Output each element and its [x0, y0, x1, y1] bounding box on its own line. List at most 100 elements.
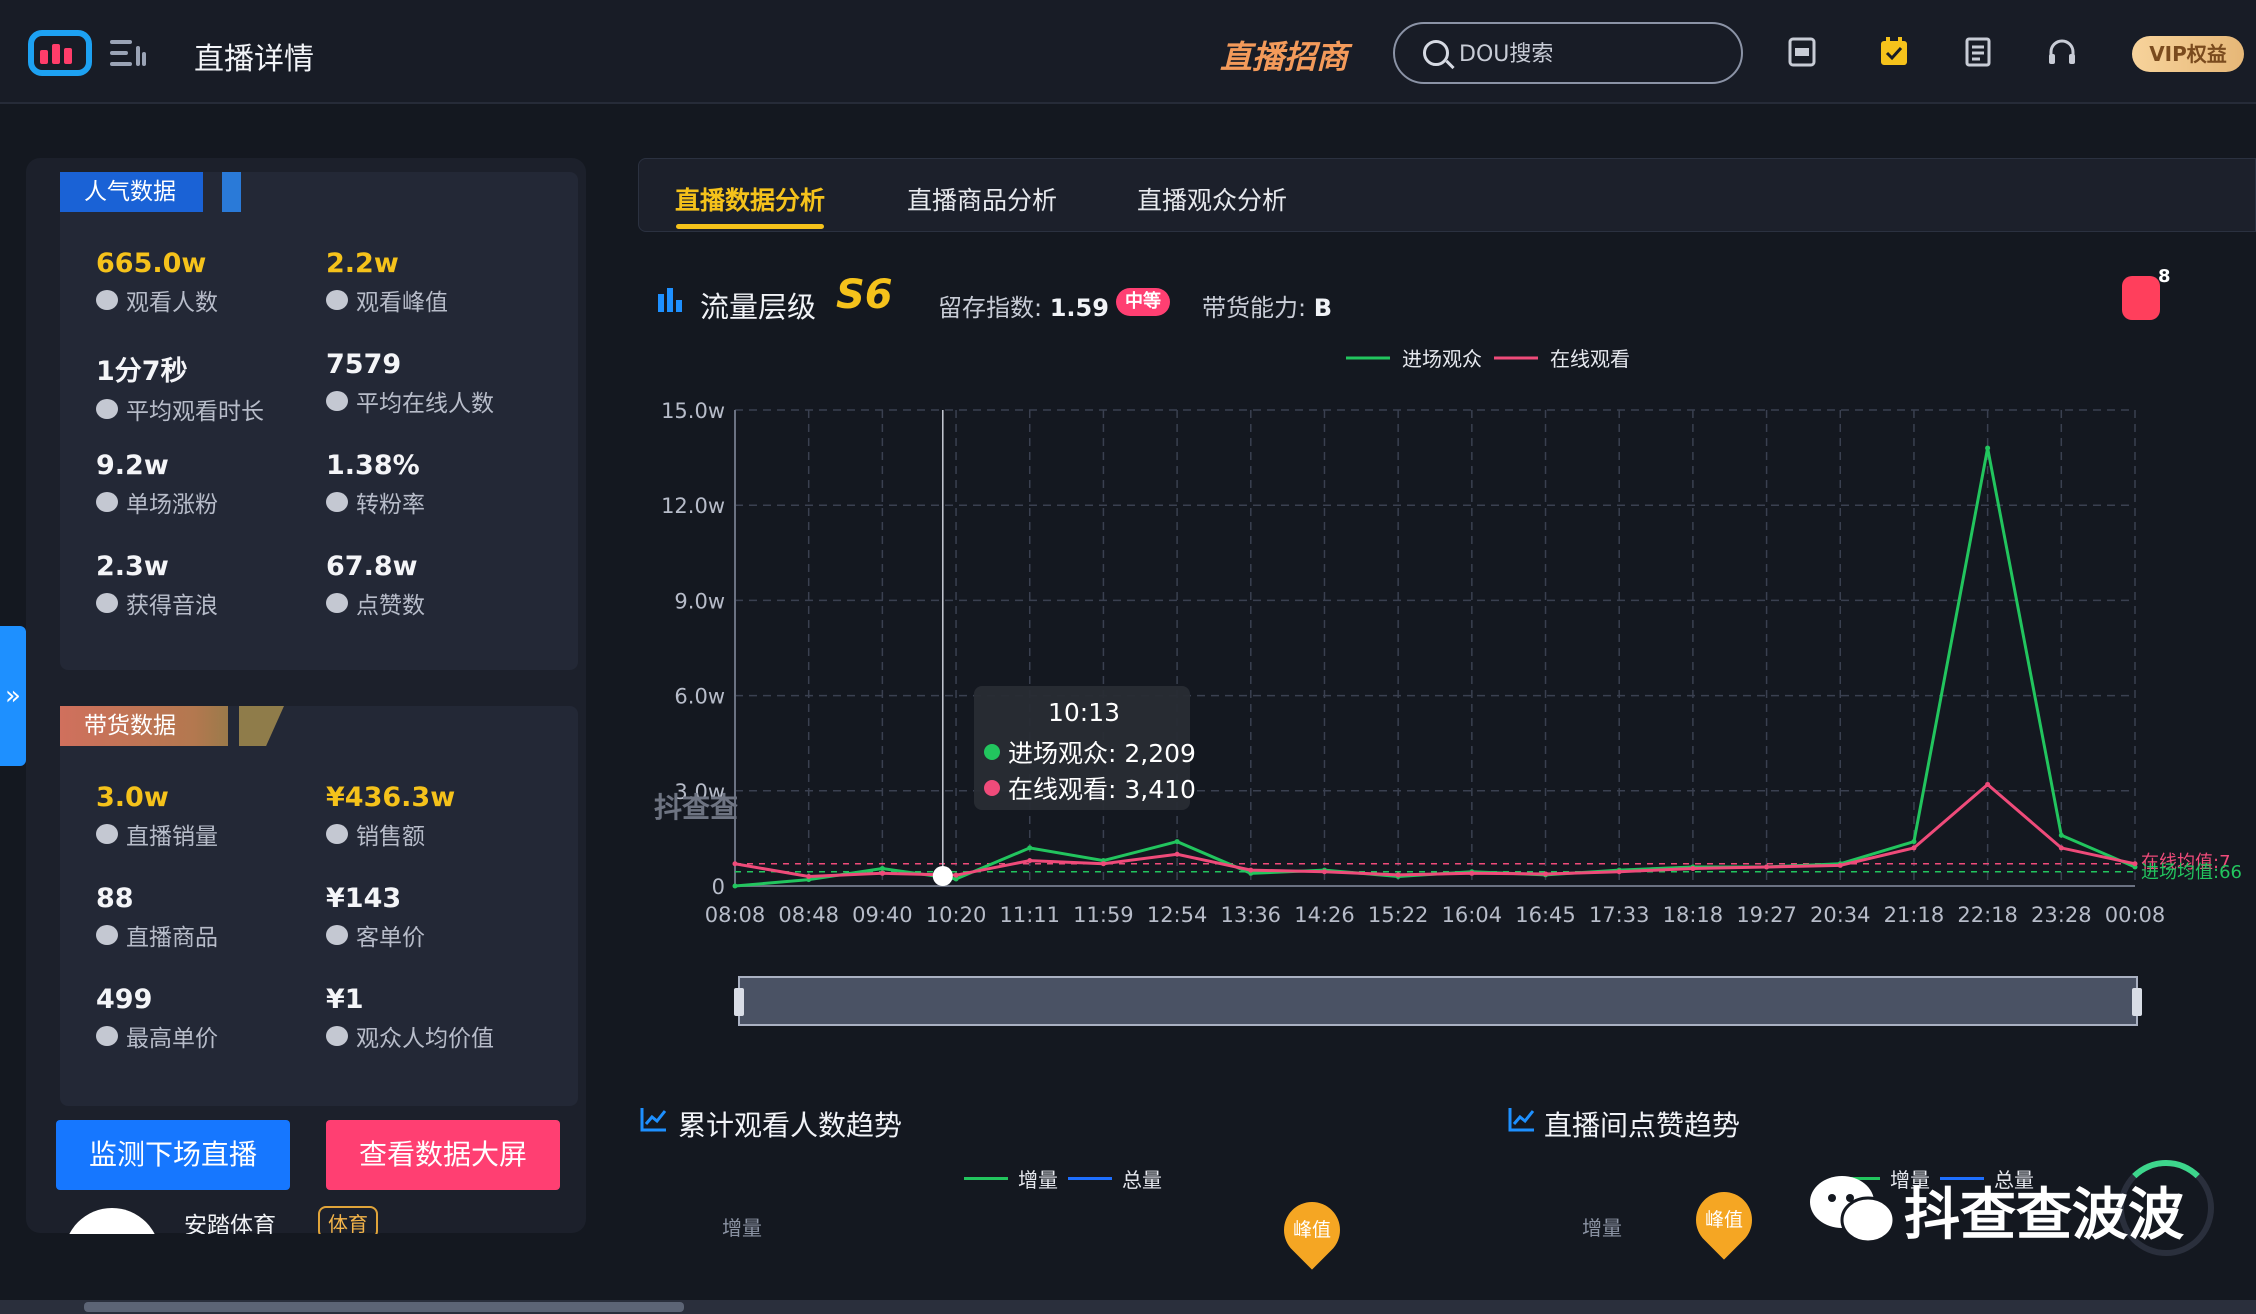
x-tick-label: 16:45 [1515, 903, 1576, 927]
tooltip-online-value: 在线观看: 3,410 [1008, 775, 1196, 804]
tab-product-analysis[interactable]: 直播商品分析 [907, 181, 1057, 217]
calendar-check-icon[interactable] [1878, 36, 1910, 68]
vip-benefits-button[interactable]: VIP权益 [2132, 36, 2244, 72]
series-point [1248, 867, 1254, 873]
live-promo-link[interactable]: 直播招商 [1220, 32, 1348, 78]
horizontal-scrollbar[interactable] [0, 1300, 2256, 1314]
stat-label-row: 平均在线人数 [326, 384, 494, 418]
heart-plus-icon [96, 492, 118, 512]
bar-chart-icon [658, 288, 682, 312]
likes-axis-label: 增量 [1582, 1216, 1622, 1240]
yen-icon [326, 925, 348, 945]
active-tab-indicator [676, 224, 824, 229]
tooltip-enter-value: 进场观众: 2,209 [1008, 739, 1196, 768]
cumulative-peak-marker[interactable]: 峰值 [1272, 1190, 1352, 1270]
wechat-icon [1810, 1176, 1896, 1244]
menu-toggle-icon[interactable] [110, 38, 146, 68]
series-point [1985, 781, 1991, 787]
legend-increment[interactable]: 增量 [1018, 1164, 1058, 1193]
expand-sidebar-handle[interactable]: » [0, 626, 26, 766]
x-tick-label: 10:20 [926, 903, 987, 927]
retention-value: 1.59 [1049, 294, 1109, 322]
series-line [734, 782, 2136, 878]
stat-label-row: 点赞数 [326, 586, 425, 620]
series-point [732, 861, 738, 867]
stat-label: 直播商品 [126, 925, 218, 951]
top-header: 直播详情 直播招商 VIP权益 [0, 0, 2256, 104]
stat-item: 88 直播商品 [96, 883, 218, 952]
app-logo[interactable] [28, 30, 92, 76]
series-point [1321, 869, 1327, 875]
x-tick-label: 15:22 [1368, 903, 1429, 927]
stat-label-row: 客单价 [326, 918, 425, 952]
page-title: 直播详情 [194, 42, 314, 77]
enter-dot-icon [984, 744, 1000, 760]
store-category-tag: 体育 [318, 1206, 378, 1234]
soundwave-icon [96, 593, 118, 613]
stat-label-row: 获得音浪 [96, 586, 218, 620]
stat-label: 直播销量 [126, 824, 218, 850]
document-icon[interactable] [1962, 36, 1994, 68]
series-point [879, 870, 885, 876]
series-point [1616, 869, 1622, 875]
stat-item: 499 最高单价 [96, 984, 218, 1053]
headset-icon[interactable] [2046, 36, 2078, 68]
stat-value: 499 [96, 984, 153, 1015]
stat-label-row: 销售额 [326, 817, 455, 851]
traffic-level-label: 流量层级 [700, 290, 817, 324]
stat-label-row: 平均观看时长 [96, 392, 264, 426]
avg-label: 进场均值:66 [2141, 862, 2242, 883]
chart-zoom-slider[interactable] [734, 976, 2142, 1026]
stat-label-row: 直播销量 [96, 817, 218, 851]
traffic-line-chart[interactable]: 进场观众 在线观看03.0w6.0w9.0w12.0w15.0w08:08 08:4… [640, 330, 2256, 1050]
store-avatar[interactable] [64, 1208, 160, 1234]
monitor-next-live-button[interactable]: 监测下场直播 [56, 1120, 290, 1190]
x-tick-label: 14:26 [1294, 903, 1355, 927]
stat-value: 1分7秒 [96, 356, 188, 387]
coins-icon [96, 824, 118, 844]
slider-left-handle[interactable] [734, 988, 744, 1016]
stat-item: 665.0w 观看人数 [96, 248, 218, 317]
stat-label: 销售额 [356, 824, 425, 850]
series-point [1395, 872, 1401, 878]
x-tick-label: 00:08 [2105, 903, 2166, 927]
likes-peak-marker[interactable]: 峰值 [1684, 1180, 1764, 1260]
search-input[interactable] [1459, 36, 1729, 72]
series-point [1911, 839, 1917, 845]
x-tick-label: 11:59 [1073, 903, 1134, 927]
stat-value: 9.2w [96, 450, 169, 481]
series-point [1027, 845, 1033, 851]
yen-circle-icon [326, 824, 348, 844]
data-bigscreen-button[interactable]: 查看数据大屏 [326, 1120, 560, 1190]
series-point [1837, 862, 1843, 868]
app-icon[interactable] [1786, 36, 1818, 68]
stat-value: 3.0w [96, 782, 169, 813]
legend-total[interactable]: 总量 [1122, 1164, 1162, 1193]
hover-point [932, 866, 953, 886]
stat-label-row: 转粉率 [326, 485, 425, 519]
y-tick-label: 15.0w [661, 399, 725, 423]
slider-right-handle[interactable] [2132, 988, 2142, 1016]
search-box[interactable] [1393, 22, 1743, 84]
store-name[interactable]: 安踏体育 [184, 1206, 276, 1234]
stat-label: 转粉率 [356, 492, 425, 518]
scrollbar-thumb[interactable] [84, 1302, 684, 1312]
series-point [953, 872, 959, 878]
series-point [1985, 445, 1991, 451]
tab-audience-analysis[interactable]: 直播观众分析 [1137, 181, 1287, 217]
trend-icon [640, 1108, 667, 1132]
analysis-tabbar: 直播数据分析 直播商品分析 直播观众分析 [638, 158, 2256, 232]
red-packet-icon[interactable] [2122, 276, 2160, 320]
stat-label: 平均观看时长 [126, 399, 264, 425]
stat-value: 88 [96, 883, 134, 914]
retention-label: 留存指数: [938, 294, 1043, 322]
x-tick-label: 20:34 [1810, 903, 1871, 927]
series-point [732, 883, 738, 889]
tooltip-time: 10:13 [1048, 698, 1121, 727]
tab-live-data[interactable]: 直播数据分析 [675, 181, 825, 217]
arrow-up-icon [96, 1026, 118, 1046]
retention-badge: 中等 [1116, 288, 1170, 316]
series-line [734, 447, 2136, 888]
x-tick-label: 12:54 [1147, 903, 1208, 927]
series-point [1543, 871, 1549, 877]
